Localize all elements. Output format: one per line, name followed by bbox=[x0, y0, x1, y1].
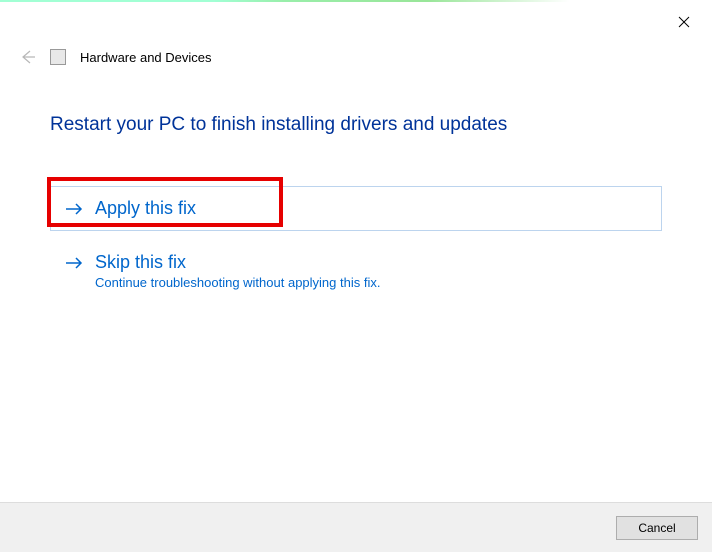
apply-fix-option[interactable]: Apply this fix bbox=[50, 186, 662, 231]
skip-fix-title: Skip this fix bbox=[95, 252, 186, 273]
header-title: Hardware and Devices bbox=[80, 50, 212, 65]
header: Hardware and Devices bbox=[0, 40, 712, 76]
back-arrow-icon bbox=[18, 48, 36, 66]
titlebar bbox=[0, 2, 712, 40]
content-area: Restart your PC to finish installing dri… bbox=[0, 76, 712, 303]
arrow-right-icon bbox=[65, 256, 83, 270]
back-button[interactable] bbox=[18, 48, 36, 66]
skip-fix-option[interactable]: Skip this fix Continue troubleshooting w… bbox=[50, 239, 662, 303]
cancel-button[interactable]: Cancel bbox=[616, 516, 698, 540]
arrow-right-icon bbox=[65, 202, 83, 216]
footer: Cancel bbox=[0, 502, 712, 552]
window-top-border bbox=[0, 0, 712, 2]
options-container: Apply this fix Skip this fix Continue tr… bbox=[50, 186, 662, 303]
close-icon bbox=[678, 16, 690, 28]
troubleshooter-icon bbox=[50, 49, 66, 65]
apply-fix-title: Apply this fix bbox=[95, 198, 196, 219]
skip-fix-description: Continue troubleshooting without applyin… bbox=[95, 275, 647, 290]
main-heading: Restart your PC to finish installing dri… bbox=[50, 114, 662, 136]
close-button[interactable] bbox=[664, 8, 704, 36]
